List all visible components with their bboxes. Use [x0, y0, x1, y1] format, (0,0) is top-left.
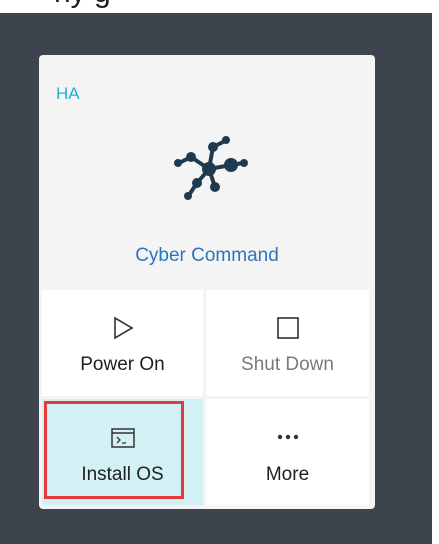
top-strip: ny g — [0, 0, 439, 13]
shut-down-label: Shut Down — [241, 354, 334, 375]
shut-down-button[interactable]: Shut Down — [206, 290, 369, 396]
network-nodes-icon — [174, 136, 248, 200]
page-heading-fragment: ny g — [54, 0, 111, 8]
selection-highlight — [44, 401, 184, 499]
stop-icon — [276, 317, 299, 339]
power-on-label: Power On — [80, 354, 165, 375]
play-icon — [113, 316, 134, 340]
right-edge-strip — [432, 0, 439, 544]
card-title[interactable]: Cyber Command — [39, 245, 375, 267]
power-on-button[interactable]: Power On — [42, 290, 203, 396]
more-label: More — [265, 464, 310, 485]
more-button[interactable]: More — [206, 399, 369, 505]
ellipsis-icon — [277, 434, 298, 440]
card-label: HA — [56, 84, 80, 103]
